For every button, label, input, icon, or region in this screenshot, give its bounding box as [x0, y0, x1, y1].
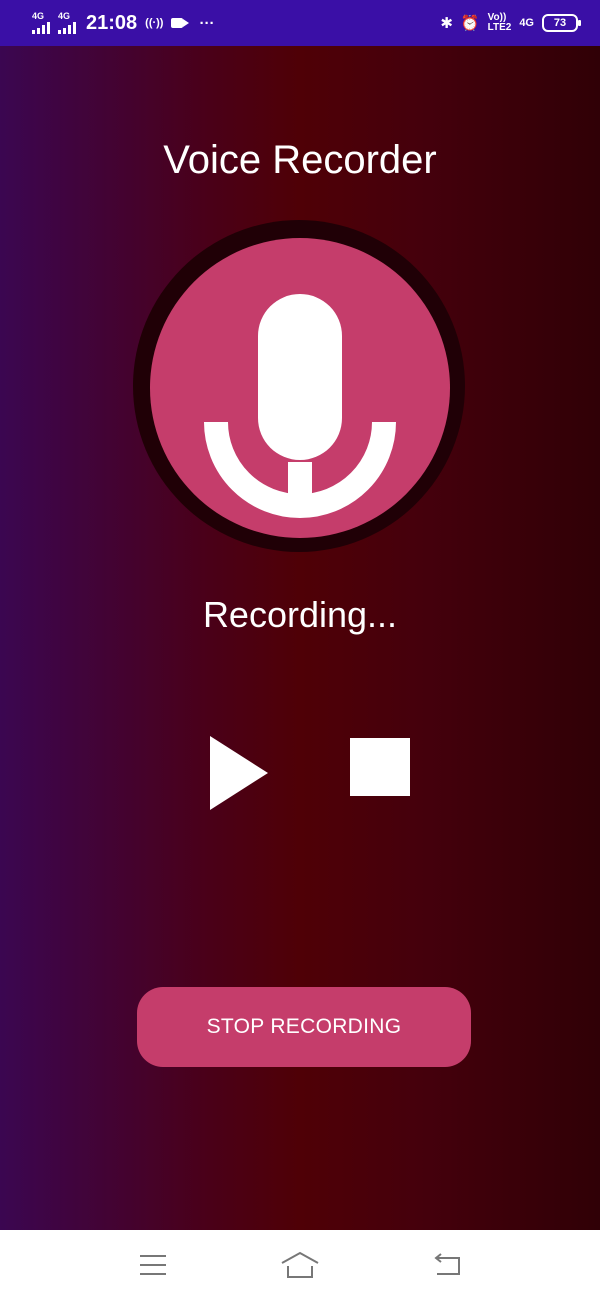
sim2-signal-icon: 4G [58, 12, 76, 34]
play-icon[interactable] [210, 736, 268, 810]
sim1-signal-icon: 4G [32, 12, 50, 34]
recording-status: Recording... [202, 594, 398, 635]
battery-level: 73 [553, 17, 567, 29]
status-bar: 4G 4G 21:08 ((·)) ··· ✱ ⏰ Vo)) LTE2 4G 7… [0, 0, 600, 46]
stop-icon[interactable] [350, 738, 410, 796]
volte-indicator: Vo)) LTE2 [487, 12, 512, 34]
status-bar-right: ✱ ⏰ Vo)) LTE2 4G 73 [440, 12, 581, 34]
microphone-icon [204, 294, 396, 518]
home-icon[interactable] [280, 1245, 320, 1285]
recorder-screen: Voice Recorder Recording... STOP RECORDI… [0, 46, 600, 1230]
status-bar-left: 4G 4G 21:08 ((·)) ··· [32, 12, 214, 35]
bluetooth-icon: ✱ [440, 15, 453, 32]
stop-recording-button[interactable]: STOP RECORDING [137, 987, 471, 1067]
battery-icon: 73 [542, 14, 581, 32]
alarm-icon: ⏰ [460, 15, 480, 32]
page-title: Voice Recorder [163, 138, 437, 182]
sim1-network-tag: 4G [32, 11, 45, 21]
system-nav-bar [0, 1230, 600, 1300]
video-camera-icon [171, 18, 190, 28]
network-type: 4G [519, 17, 534, 29]
menu-icon[interactable] [133, 1245, 173, 1285]
clock: 21:08 [86, 11, 138, 34]
back-icon[interactable] [427, 1245, 467, 1285]
volte-bottom-text: LTE2 [487, 22, 512, 33]
sim2-network-tag: 4G [58, 11, 71, 21]
more-notifications-icon: ··· [199, 14, 215, 32]
hotspot-icon: ((·)) [145, 17, 164, 29]
